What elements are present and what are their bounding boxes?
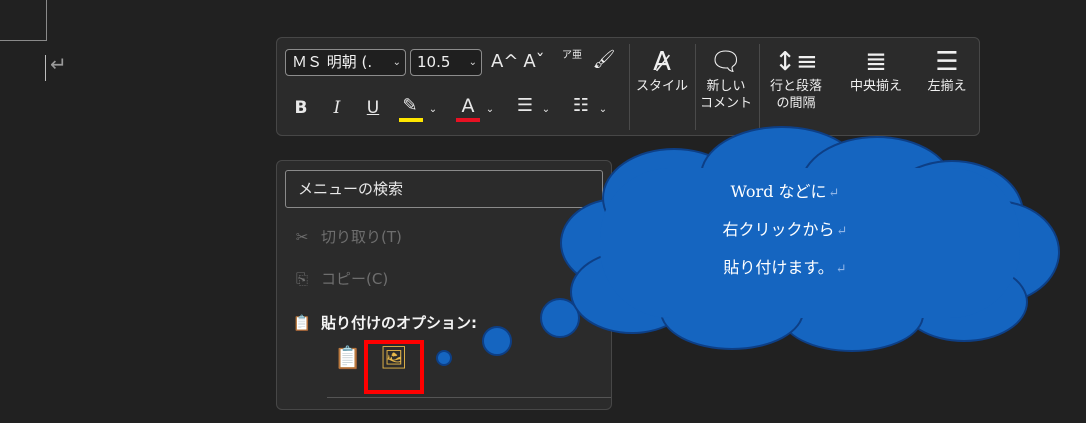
- italic-button[interactable]: I: [327, 98, 347, 118]
- shrink-font-button[interactable]: Aˇ: [523, 52, 545, 72]
- line-spacing-button[interactable]: ↕≡ 行と段落 の間隔: [761, 46, 831, 112]
- font-color-bar: [456, 118, 480, 122]
- menu-item-paste-options: 📋 貼り付けのオプション:: [291, 309, 477, 337]
- menu-search-placeholder: メニューの検索: [298, 180, 404, 198]
- grow-font-button[interactable]: A^: [491, 52, 518, 72]
- italic-icon: I: [333, 98, 341, 118]
- highlight-box: [364, 340, 424, 394]
- font-size-dropdown[interactable]: 10.5 ⌄: [410, 49, 482, 76]
- format-painter-icon: 🖌: [592, 49, 616, 70]
- menu-divider: [327, 397, 611, 398]
- callout-tail-dot-small: [436, 350, 452, 366]
- phonetic-guide-button[interactable]: ア亜: [561, 50, 583, 62]
- scissors-icon: ✂: [295, 228, 309, 246]
- page-margin-corner: [0, 0, 47, 41]
- paragraph-mark: ↵: [50, 52, 67, 76]
- chevron-down-icon[interactable]: ⌄: [597, 100, 609, 120]
- chevron-down-icon: ⌄: [392, 57, 401, 68]
- numbering-button[interactable]: ☷: [569, 96, 593, 116]
- font-name-dropdown[interactable]: ＭＳ 明朝 (. ⌄: [285, 49, 406, 76]
- chevron-down-icon: ⌄: [468, 57, 477, 68]
- paste-icon: 📋: [292, 314, 312, 332]
- font-name-value: ＭＳ 明朝 (.: [292, 53, 373, 71]
- left-align-icon: ☰: [935, 47, 959, 77]
- menu-item-copy[interactable]: ⎘ コピー(C): [291, 265, 388, 293]
- context-menu: メニューの検索 ✂ 切り取り(T) ⎘ コピー(C) 📋 貼り付けのオプション: 📋 …: [276, 160, 612, 410]
- bullets-button[interactable]: ☰: [513, 96, 537, 116]
- underline-button[interactable]: U: [363, 98, 383, 118]
- highlighter-icon: ✎: [402, 95, 418, 116]
- toolbar-divider: [759, 44, 760, 130]
- font-color-icon: A: [461, 95, 475, 117]
- styles-icon: A̷: [653, 47, 671, 77]
- bold-button[interactable]: B: [291, 98, 311, 118]
- phonetic-guide-icon: ア亜: [562, 50, 582, 61]
- left-align-button[interactable]: ☰ 左揃え: [919, 46, 975, 95]
- mini-toolbar: ＭＳ 明朝 (. ⌄ 10.5 ⌄ A^ Aˇ ア亜 🖌 B I U ✎ ⌄ A…: [276, 37, 980, 136]
- toolbar-divider: [695, 44, 696, 130]
- chevron-down-icon[interactable]: ⌄: [484, 100, 496, 120]
- highlight-color-bar: [399, 118, 423, 122]
- text-cursor: [45, 55, 46, 81]
- menu-search-input[interactable]: メニューの検索: [285, 170, 603, 208]
- shrink-font-icon: Aˇ: [523, 51, 545, 72]
- bold-icon: B: [294, 98, 308, 118]
- format-painter-button[interactable]: 🖌: [591, 50, 617, 70]
- callout-text: Word などに ↵ 右クリックから ↵ 貼り付けます。 ↵: [722, 182, 848, 277]
- font-size-value: 10.5: [417, 53, 451, 71]
- grow-font-icon: A^: [491, 51, 519, 72]
- keep-source-formatting-button[interactable]: 📋: [332, 343, 364, 375]
- line-spacing-icon: ↕≡: [774, 47, 818, 77]
- numbering-icon: ☷: [572, 95, 590, 116]
- chevron-down-icon[interactable]: ⌄: [540, 100, 552, 120]
- copy-icon: ⎘: [295, 270, 308, 288]
- new-comment-button[interactable]: 🗨 新しい コメント: [697, 46, 755, 112]
- bullets-icon: ☰: [516, 95, 534, 116]
- highlight-button[interactable]: ✎: [397, 96, 423, 116]
- menu-item-cut[interactable]: ✂ 切り取り(T): [291, 223, 402, 251]
- toolbar-divider: [629, 44, 630, 130]
- center-align-icon: ≣: [865, 47, 887, 77]
- callout-tail-dot-medium: [482, 326, 512, 356]
- styles-button[interactable]: A̷ スタイル: [633, 46, 691, 95]
- font-color-button[interactable]: A: [457, 96, 479, 116]
- chevron-down-icon[interactable]: ⌄: [427, 100, 439, 120]
- new-comment-icon: 🗨: [709, 47, 743, 77]
- center-align-button[interactable]: ≣ 中央揃え: [839, 46, 913, 95]
- keep-source-formatting-icon: 📋: [334, 346, 362, 371]
- underline-icon: U: [366, 98, 380, 118]
